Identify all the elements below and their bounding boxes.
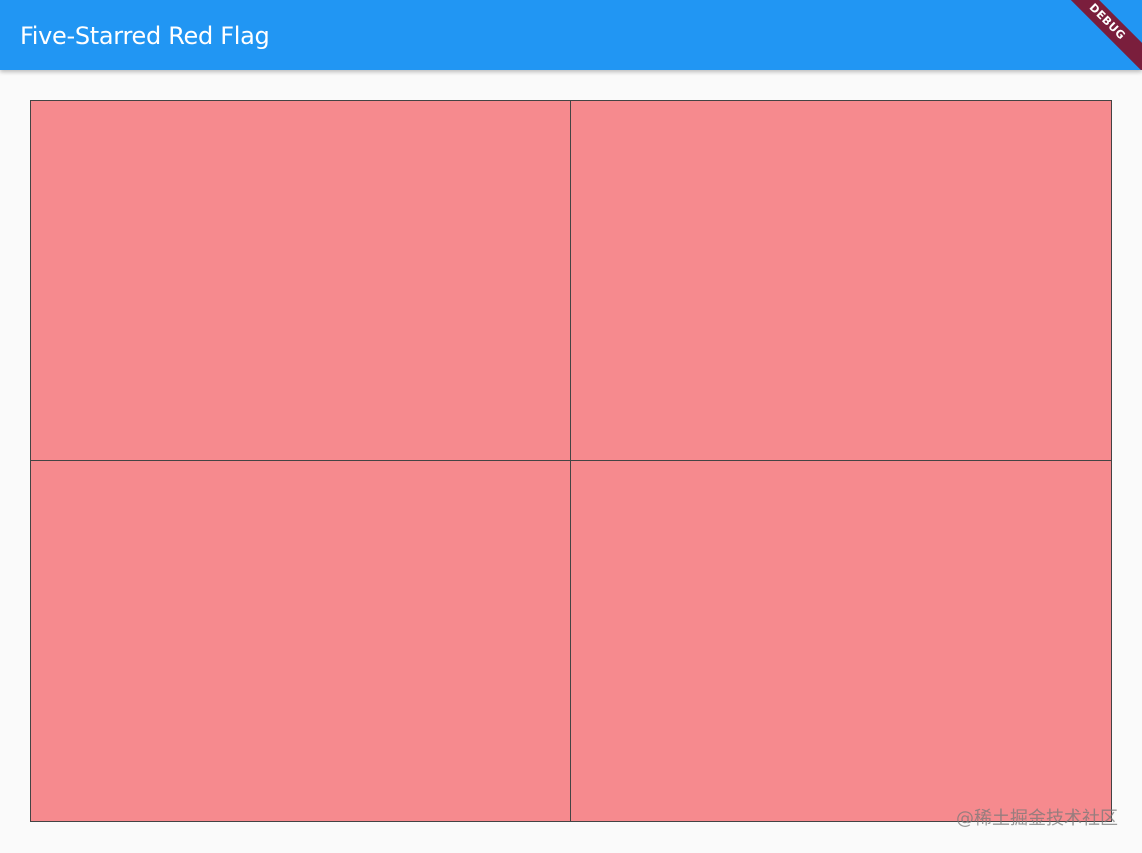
watermark-text: @稀土掘金技术社区 [956,808,1118,829]
flag-quadrant-top-left [31,101,571,461]
flag-canvas [30,100,1112,822]
debug-banner: DEBUG [1046,0,1142,70]
app-bar: Five-Starred Red Flag DEBUG [0,0,1142,70]
flag-quadrant-top-right [571,101,1111,461]
flag-quadrant-bottom-right [571,461,1111,821]
app-title: Five-Starred Red Flag [20,22,270,50]
flag-quadrant-bottom-left [31,461,571,821]
